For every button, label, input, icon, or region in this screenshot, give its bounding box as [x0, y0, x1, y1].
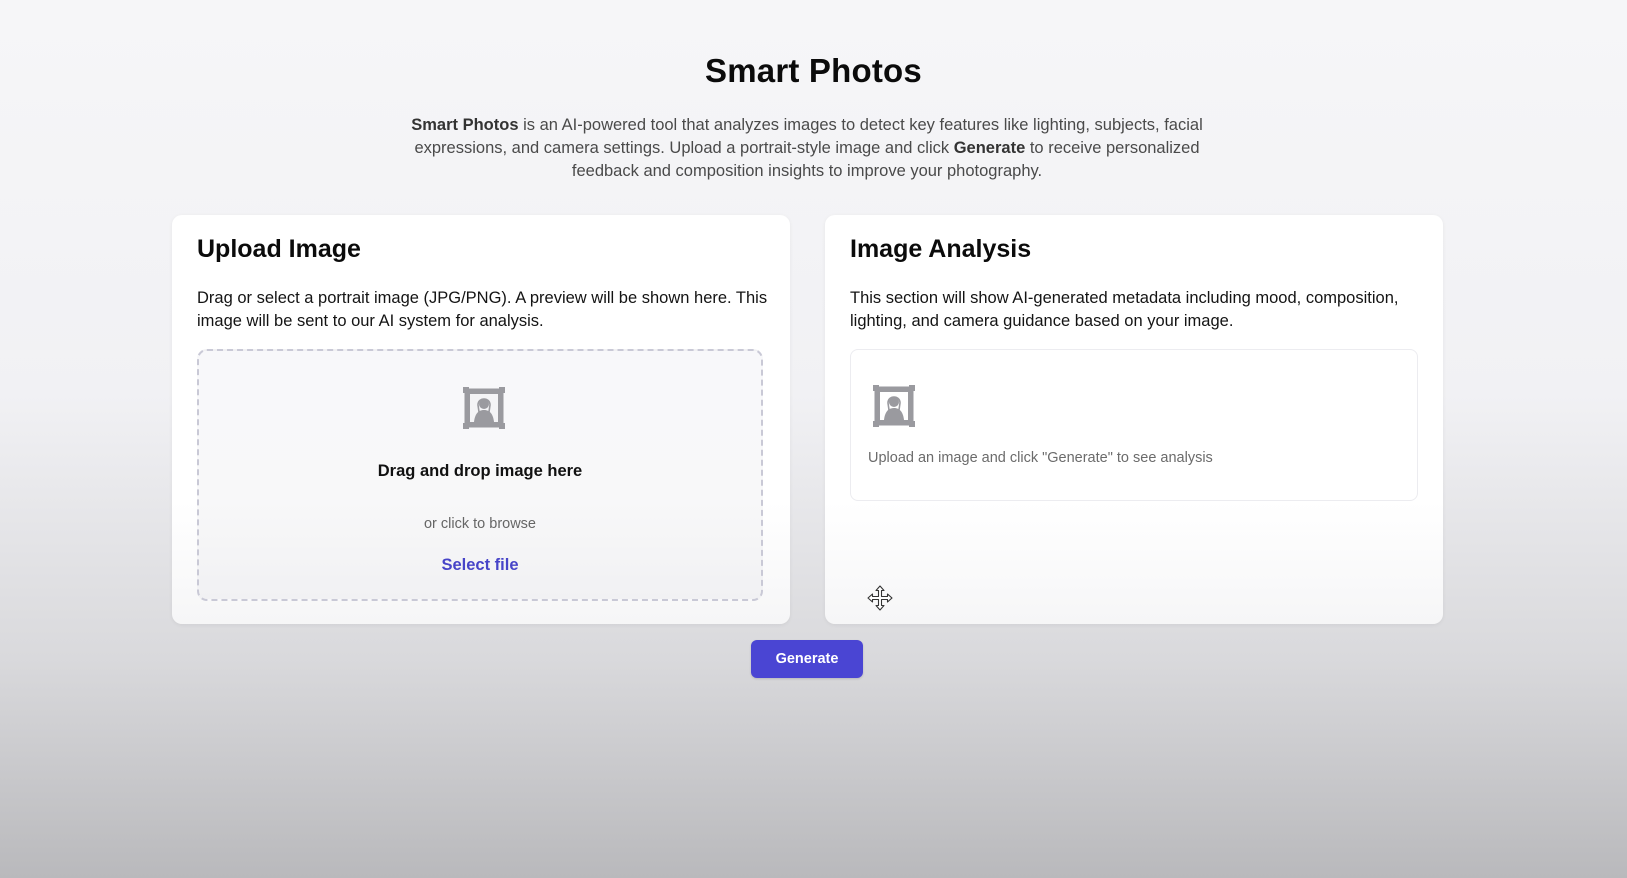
intro-brand: Smart Photos [411, 116, 519, 134]
analysis-card-title: Image Analysis [850, 235, 1032, 263]
analysis-card: Image Analysis This section will show AI… [825, 215, 1443, 624]
generate-button[interactable]: Generate [751, 640, 863, 678]
analysis-result-panel: Upload an image and click "Generate" to … [850, 349, 1418, 501]
image-dropzone[interactable]: Drag and drop image here or click to bro… [197, 349, 763, 601]
intro-action: Generate [953, 139, 1026, 157]
dropzone-subtitle: or click to browse [423, 516, 536, 532]
upload-card-description: Drag or select a portrait image (JPG/PNG… [197, 289, 768, 330]
analysis-placeholder-text: Upload an image and click "Generate" to … [868, 450, 1213, 466]
upload-card: Upload Image Drag or select a portrait i… [172, 215, 790, 624]
page-title: Smart Photos [705, 52, 922, 89]
upload-card-title: Upload Image [197, 235, 361, 263]
page: Smart Photos Smart Photos is an AI-power… [0, 0, 1627, 878]
select-file-link[interactable]: Select file [199, 556, 761, 575]
move-cursor-icon [867, 585, 893, 611]
dropzone-title: Drag and drop image here [377, 462, 583, 480]
framed-picture-icon [463, 387, 505, 429]
intro-text: Smart Photos is an AI-powered tool that … [390, 114, 1224, 183]
framed-picture-icon [873, 385, 915, 427]
analysis-card-description: This section will show AI-generated meta… [850, 289, 1399, 330]
